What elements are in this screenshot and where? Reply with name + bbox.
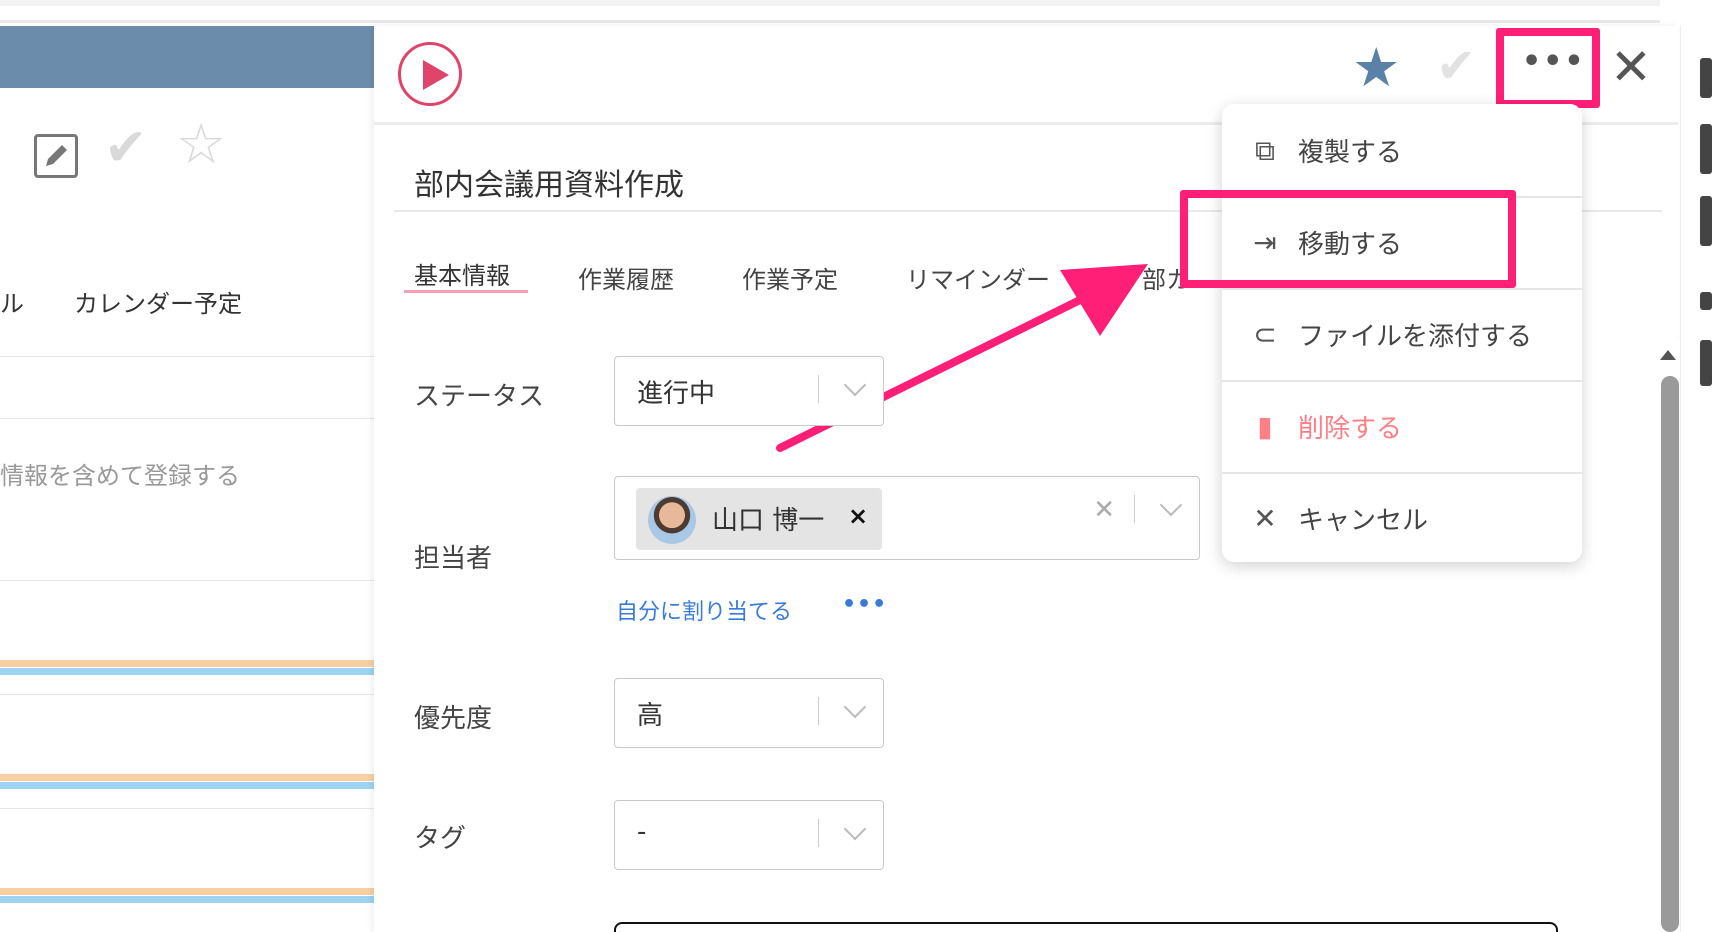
more-menu: ⧉ 複製する ⇥ 移動する ⊂ ファイルを添付する ▮ 削除する ✕ キャンセル <box>1222 104 1582 562</box>
task-title[interactable]: 部内会議用資料作成 <box>414 160 684 204</box>
divider <box>0 694 374 695</box>
menu-item-label: 複製する <box>1298 138 1403 168</box>
left-input-placeholder[interactable]: 情報を含めて登録する <box>0 456 240 491</box>
description-input[interactable] <box>614 922 1558 932</box>
clear-icon[interactable]: ✕ <box>1093 495 1115 525</box>
divider <box>0 580 374 581</box>
status-value: 進行中 <box>637 379 716 409</box>
select-separator <box>818 697 819 725</box>
play-icon[interactable] <box>398 42 462 106</box>
calendar-stripe-blue <box>0 668 374 675</box>
side-icon[interactable] <box>1700 340 1712 386</box>
edit-icon[interactable] <box>34 134 78 178</box>
close-icon[interactable]: ✕ <box>1610 38 1652 96</box>
tag-label: タグ <box>414 824 467 854</box>
scroll-up-arrow[interactable] <box>1660 350 1676 360</box>
more-icon[interactable]: ••• <box>1522 44 1586 79</box>
top-bar <box>0 0 1660 6</box>
star-icon[interactable]: ★ <box>1352 36 1400 99</box>
left-tab-partial[interactable]: ル <box>0 284 24 319</box>
complete-check-icon[interactable]: ✔ <box>1436 38 1476 94</box>
priority-select[interactable]: 高 <box>614 678 884 748</box>
menu-item-cancel[interactable]: ✕ キャンセル <box>1222 472 1582 564</box>
more-assign-options-icon[interactable]: ••• <box>842 592 887 617</box>
trash-icon: ▮ <box>1257 410 1273 443</box>
move-item-highlight <box>1180 190 1516 288</box>
tab-active-indicator <box>404 290 528 293</box>
select-separator <box>818 819 819 847</box>
tag-value: - <box>637 817 647 847</box>
side-icon[interactable] <box>1700 292 1712 310</box>
left-tab-calendar[interactable]: カレンダー予定 <box>74 284 242 319</box>
calendar-stripe-orange <box>0 888 374 895</box>
priority-label: 優先度 <box>414 704 493 734</box>
menu-item-label: ファイルを添付する <box>1298 322 1533 352</box>
priority-value: 高 <box>637 701 664 731</box>
status-label: ステータス <box>414 382 545 412</box>
star-outline-icon[interactable]: ☆ <box>176 112 226 177</box>
chevron-down-icon <box>1159 493 1183 517</box>
avatar <box>648 496 696 544</box>
top-divider <box>0 20 1660 23</box>
assign-self-link[interactable]: 自分に割り当てる <box>616 594 792 626</box>
paperclip-icon: ⊂ <box>1253 318 1277 351</box>
calendar-stripe-orange <box>0 660 374 667</box>
scrollbar-thumb[interactable] <box>1661 376 1679 932</box>
divider <box>0 808 374 809</box>
divider <box>0 356 374 357</box>
select-separator <box>1134 495 1135 523</box>
status-select[interactable]: 進行中 <box>614 356 884 426</box>
menu-item-label: キャンセル <box>1298 506 1429 536</box>
calendar-stripe-blue <box>0 782 374 789</box>
calendar-stripe-orange <box>0 774 374 781</box>
assignee-chip[interactable]: 山口 博一 × <box>636 488 882 550</box>
select-separator <box>818 375 819 403</box>
remove-assignee-icon[interactable]: × <box>848 502 868 530</box>
menu-item-delete[interactable]: ▮ 削除する <box>1222 380 1582 472</box>
calendar-stripe-blue <box>0 896 374 903</box>
list-icon[interactable] <box>1700 196 1712 246</box>
annotation-arrow <box>776 264 1148 452</box>
assignee-label: 担当者 <box>414 544 493 574</box>
assignee-name: 山口 博一 <box>712 506 825 536</box>
tab-work-history[interactable]: 作業履歴 <box>578 260 674 295</box>
copy-icon: ⧉ <box>1255 134 1275 167</box>
side-icon[interactable] <box>1700 58 1712 98</box>
divider <box>0 418 374 419</box>
close-icon: ✕ <box>1253 502 1277 535</box>
menu-item-duplicate[interactable]: ⧉ 複製する <box>1222 104 1582 196</box>
left-panel-header <box>0 26 374 88</box>
chevron-down-icon <box>843 817 867 841</box>
tag-select[interactable]: - <box>614 800 884 870</box>
menu-item-label: 削除する <box>1298 414 1403 444</box>
tab-basic-info[interactable]: 基本情報 <box>414 256 510 291</box>
chevron-down-icon <box>843 695 867 719</box>
chevron-down-icon <box>843 373 867 397</box>
menu-item-attach-file[interactable]: ⊂ ファイルを添付する <box>1222 288 1582 380</box>
list-icon[interactable] <box>1700 124 1712 174</box>
check-icon[interactable]: ✔ <box>104 118 148 178</box>
